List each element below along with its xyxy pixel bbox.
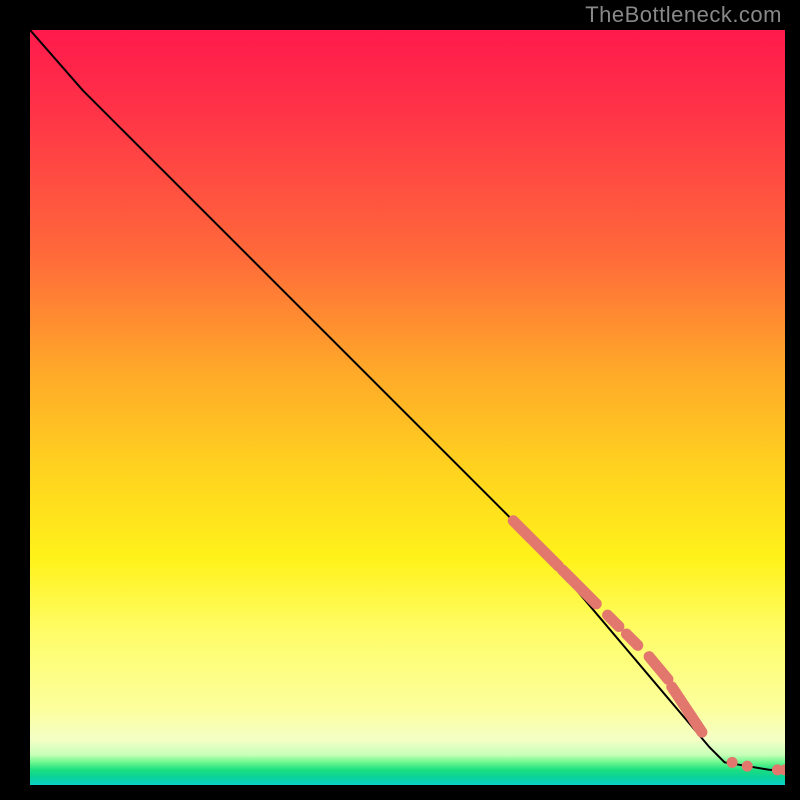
marker-segment [626, 634, 637, 645]
marker-point [727, 757, 738, 768]
marker-segment [649, 657, 668, 680]
marker-segment [608, 615, 619, 626]
chart-frame: TheBottleneck.com [0, 0, 800, 800]
marker-points [727, 757, 785, 776]
plot-area [30, 30, 785, 785]
marker-segment [513, 521, 558, 566]
marker-point [742, 761, 753, 772]
curve-layer [30, 30, 785, 785]
marker-segment [562, 570, 596, 604]
main-curve [30, 30, 785, 770]
attribution-text: TheBottleneck.com [585, 2, 782, 28]
